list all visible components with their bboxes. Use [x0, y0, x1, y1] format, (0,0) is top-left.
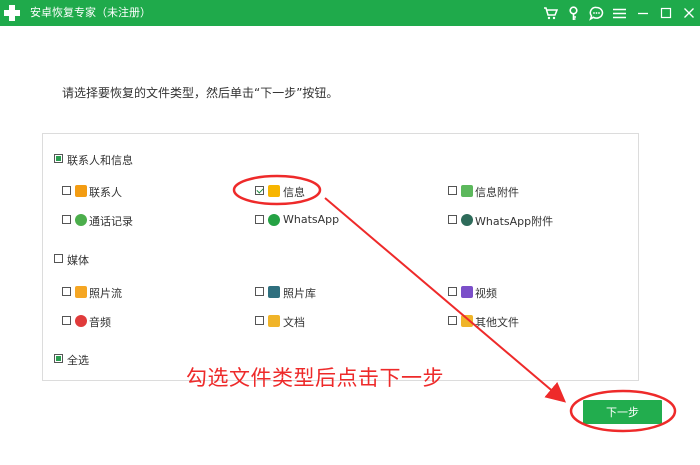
attachment-icon	[461, 185, 473, 197]
video-label: 视频	[475, 287, 497, 300]
video-icon	[461, 286, 473, 298]
call-log-label: 通话记录	[89, 215, 133, 228]
phone-icon	[75, 214, 87, 226]
contacts-group-label: 联系人和信息	[67, 154, 133, 167]
message-icon	[268, 185, 280, 197]
photo-library-icon	[268, 286, 280, 298]
audio-icon	[75, 315, 87, 327]
file-type-panel: 联系人和信息 联系人 信息 信息附件 通话记录 WhatsApp WhatsAp…	[42, 133, 639, 381]
message-attachment-label: 信息附件	[475, 186, 519, 199]
photo-stream-icon	[75, 286, 87, 298]
audio-checkbox[interactable]	[62, 316, 71, 325]
window-title: 安卓恢复专家（未注册）	[30, 6, 151, 19]
whatsapp-checkbox[interactable]	[255, 215, 264, 224]
key-icon[interactable]	[562, 0, 585, 26]
whatsapp-label: WhatsApp	[283, 213, 340, 226]
whatsapp-icon	[268, 214, 280, 226]
document-label: 文档	[283, 316, 305, 329]
other-files-icon	[461, 315, 473, 327]
call-log-checkbox[interactable]	[62, 215, 71, 224]
other-files-checkbox[interactable]	[448, 316, 457, 325]
next-button[interactable]: 下一步	[583, 400, 662, 424]
cart-icon[interactable]	[539, 0, 562, 26]
contacts-group-checkbox[interactable]	[54, 154, 63, 163]
select-all-label: 全选	[67, 354, 89, 367]
message-checkbox[interactable]	[255, 186, 264, 195]
media-group-checkbox[interactable]	[54, 254, 63, 263]
whatsapp-attachment-checkbox[interactable]	[448, 215, 457, 224]
app-logo-icon	[4, 5, 20, 21]
message-label: 信息	[283, 186, 305, 199]
whatsapp-attachment-icon	[461, 214, 473, 226]
select-all-checkbox[interactable]	[54, 354, 63, 363]
audio-label: 音频	[89, 316, 111, 329]
chat-icon[interactable]	[585, 0, 608, 26]
document-icon	[268, 315, 280, 327]
maximize-icon[interactable]	[654, 0, 677, 26]
instruction-text: 请选择要恢复的文件类型，然后单击“下一步”按钮。	[62, 86, 339, 100]
title-bar: 安卓恢复专家（未注册）	[0, 0, 700, 26]
photo-stream-label: 照片流	[89, 287, 122, 300]
video-checkbox[interactable]	[448, 287, 457, 296]
menu-icon[interactable]	[608, 0, 631, 26]
contacts-checkbox[interactable]	[62, 186, 71, 195]
photo-library-label: 照片库	[283, 287, 316, 300]
photo-stream-checkbox[interactable]	[62, 287, 71, 296]
whatsapp-attachment-label: WhatsApp附件	[475, 215, 554, 228]
close-icon[interactable]	[677, 0, 700, 26]
media-group-label: 媒体	[67, 254, 89, 267]
contacts-icon	[75, 185, 87, 197]
contacts-label: 联系人	[89, 186, 122, 199]
document-checkbox[interactable]	[255, 316, 264, 325]
window-controls	[539, 0, 700, 26]
minimize-icon[interactable]	[631, 0, 654, 26]
message-attachment-checkbox[interactable]	[448, 186, 457, 195]
photo-library-checkbox[interactable]	[255, 287, 264, 296]
other-files-label: 其他文件	[475, 316, 519, 329]
annotation-text: 勾选文件类型后点击下一步	[186, 366, 444, 390]
